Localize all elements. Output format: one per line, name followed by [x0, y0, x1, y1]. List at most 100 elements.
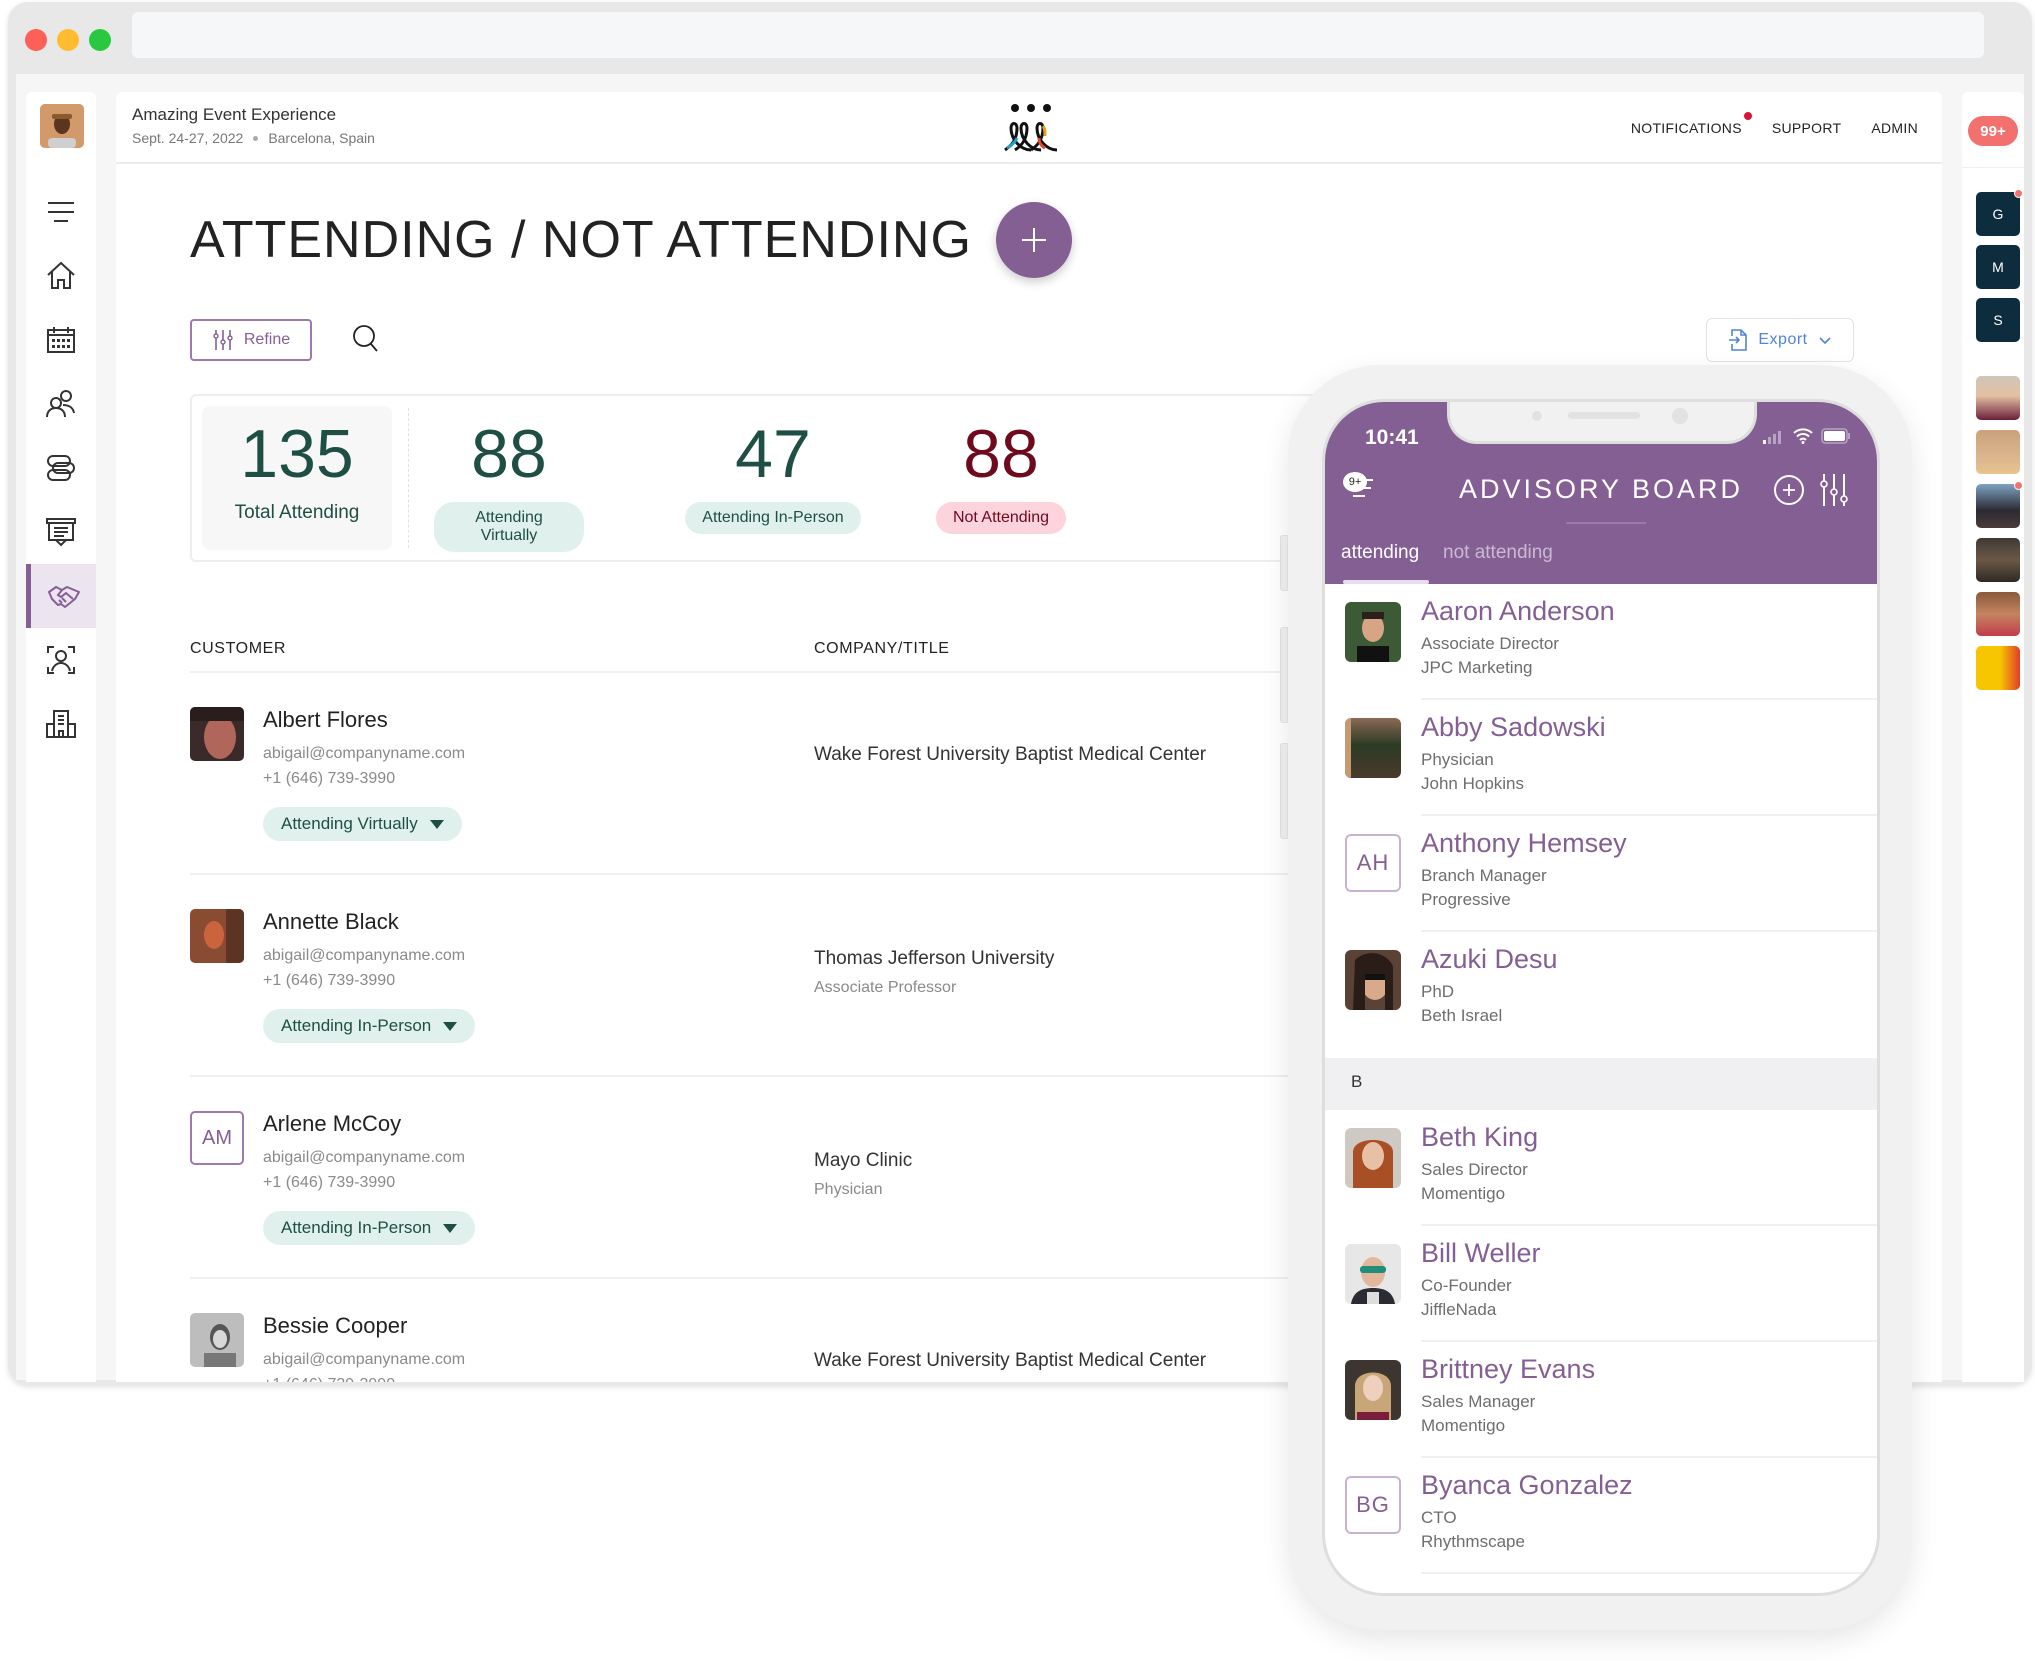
contact-avatar[interactable]	[1976, 430, 2020, 474]
close-window-button[interactable]	[25, 29, 47, 51]
workspace-s[interactable]: S	[1976, 298, 2020, 342]
nav-notifications[interactable]: NOTIFICATIONS	[1631, 112, 1752, 136]
add-circle-icon[interactable]	[1773, 474, 1805, 506]
contact-company: JiffleNada	[1421, 1300, 1497, 1319]
stat-attending-virtually[interactable]: 88 Attending Virtually	[434, 420, 584, 552]
contact-avatar[interactable]	[1976, 592, 2020, 636]
search-button[interactable]	[346, 319, 386, 359]
customer-name[interactable]: Arlene McCoy	[263, 1111, 401, 1137]
address-bar[interactable]	[132, 12, 1984, 58]
phone-screen: 10:41 9+ ADVISORY BOARD attending not at…	[1322, 399, 1880, 1596]
export-button[interactable]: Export	[1706, 318, 1854, 362]
nav-support[interactable]: SUPPORT	[1772, 120, 1842, 136]
contact-name: Anthony Hemsey	[1421, 828, 1627, 858]
stat-in-person-value: 47	[735, 416, 811, 492]
attendance-status-dropdown[interactable]: Attending In-Person	[263, 1211, 476, 1245]
contact-list-item[interactable]: Brittney Evans Sales Manager Momentigo	[1325, 1342, 1877, 1458]
contact-company: Rhythmscape	[1421, 1532, 1525, 1551]
stat-attending-in-person[interactable]: 47 Attending In-Person	[673, 420, 873, 534]
sliders-icon	[213, 330, 233, 350]
contact-company: Progressive	[1421, 890, 1511, 909]
section-letter: B	[1351, 1072, 1363, 1091]
event-location: Barcelona, Spain	[268, 130, 375, 146]
contact-avatar	[1345, 1244, 1401, 1304]
filter-sliders-icon[interactable]	[1819, 472, 1849, 508]
search-icon	[353, 325, 378, 352]
nav-admin[interactable]: ADMIN	[1871, 120, 1918, 136]
customer-email[interactable]: abigail@companyname.com	[263, 947, 465, 965]
contact-avatar[interactable]	[1976, 481, 2023, 528]
add-button[interactable]	[996, 202, 1072, 278]
maximize-window-button[interactable]	[89, 29, 111, 51]
contact-company: Momentigo	[1421, 1184, 1506, 1203]
notification-count-badge[interactable]: 99+	[1968, 116, 2018, 146]
brand-logo[interactable]	[1001, 100, 1061, 156]
sidebar-item-home[interactable]	[26, 244, 96, 308]
contact-list-item[interactable]: BG Byanca Gonzalez CTO Rhythmscape	[1325, 1458, 1877, 1574]
sidebar-item-presentations[interactable]	[26, 500, 96, 564]
title-underline	[1566, 522, 1646, 524]
attendance-status-dropdown[interactable]: Attending In-Person	[263, 1009, 476, 1043]
event-dates: Sept. 24-27, 2022	[132, 130, 244, 146]
workspace-m[interactable]: M	[1976, 245, 2020, 289]
table-row[interactable]: Annette Black abigail@companyname.com +1…	[190, 875, 1390, 1077]
caret-down-icon	[429, 819, 444, 829]
contact-name: Abby Sadowski	[1421, 712, 1606, 742]
user-avatar[interactable]	[40, 104, 84, 148]
customer-name[interactable]: Annette Black	[263, 909, 399, 935]
status-bar-icons	[1763, 428, 1851, 444]
stat-not-attending-value: 88	[963, 416, 1039, 492]
contact-list-item[interactable]: Abby Sadowski Physician John Hopkins	[1325, 700, 1877, 816]
column-header-customer[interactable]: CUSTOMER	[190, 640, 286, 658]
sidebar-item-companies[interactable]	[26, 692, 96, 756]
minimize-window-button[interactable]	[57, 29, 79, 51]
contact-list-item[interactable]: Bill Weller Co-Founder JiffleNada	[1325, 1226, 1877, 1342]
customer-email[interactable]: abigail@companyname.com	[263, 1351, 465, 1369]
contact-list-item[interactable]: AH Anthony Hemsey Branch Manager Progres…	[1325, 816, 1877, 932]
contact-name: Azuki Desu	[1421, 944, 1558, 974]
customer-name[interactable]: Albert Flores	[263, 707, 388, 733]
contact-list-item[interactable]: Aaron Anderson Associate Director JPC Ma…	[1325, 584, 1877, 700]
refine-button[interactable]: Refine	[190, 319, 312, 361]
phone-app-header: 10:41 9+ ADVISORY BOARD attending not at…	[1325, 402, 1877, 584]
stat-not-attending[interactable]: 88 Not Attending	[926, 420, 1076, 534]
contact-name: Byanca Gonzalez	[1421, 1470, 1633, 1500]
contact-list-item[interactable]: Beth King Sales Director Momentigo	[1325, 1110, 1877, 1226]
customer-name[interactable]: Bessie Cooper	[263, 1313, 407, 1339]
stat-total-label: Total Attending	[234, 502, 360, 523]
right-rail: 99+ G M S	[1962, 92, 2024, 1382]
page-title: ATTENDING / NOT ATTENDING	[190, 211, 972, 269]
table-row[interactable]: AM Arlene McCoy abigail@companyname.com …	[190, 1077, 1390, 1279]
sidebar-item-sessions[interactable]	[26, 436, 96, 500]
contact-title: CTO	[1421, 1508, 1457, 1527]
phone-tab-attending[interactable]: attending	[1341, 542, 1419, 564]
sidebar-item-attendance[interactable]	[26, 564, 96, 628]
contact-avatar[interactable]	[1976, 376, 2020, 420]
contact-list-item[interactable]: Azuki Desu PhD Beth Israel	[1325, 932, 1877, 1048]
status-label: Attending In-Person	[281, 1218, 432, 1237]
export-label: Export	[1758, 331, 1808, 348]
sidebar-item-menu[interactable]	[26, 180, 96, 244]
column-header-company[interactable]: COMPANY/TITLE	[814, 640, 950, 658]
divider	[1421, 1572, 1877, 1574]
customer-avatar	[190, 707, 244, 761]
contact-title: Associate Director	[1421, 634, 1559, 653]
contact-avatar	[1345, 1360, 1401, 1420]
sidebar-item-calendar[interactable]	[26, 308, 96, 372]
menu-icon	[48, 202, 74, 222]
sidebar-item-profile-scan[interactable]	[26, 628, 96, 692]
phone-tab-not-attending[interactable]: not attending	[1443, 542, 1553, 564]
sidebar-item-people[interactable]	[26, 372, 96, 436]
customer-email[interactable]: abigail@companyname.com	[263, 1149, 465, 1167]
attendance-status-dropdown[interactable]: Attending Virtually	[263, 807, 462, 841]
customer-email[interactable]: abigail@companyname.com	[263, 745, 465, 763]
contact-avatar[interactable]	[1976, 646, 2020, 690]
table-row[interactable]: Bessie Cooper abigail@companyname.com +1…	[190, 1279, 1390, 1382]
workspace-g[interactable]: G	[1976, 189, 2023, 236]
handshake-icon	[47, 586, 80, 608]
stat-total-attending[interactable]: 135 Total Attending	[202, 406, 392, 550]
contact-name: Brittney Evans	[1421, 1354, 1596, 1384]
section-header-b: B	[1325, 1058, 1877, 1110]
contact-avatar[interactable]	[1976, 538, 2020, 582]
table-row[interactable]: Albert Flores abigail@companyname.com +1…	[190, 673, 1390, 875]
